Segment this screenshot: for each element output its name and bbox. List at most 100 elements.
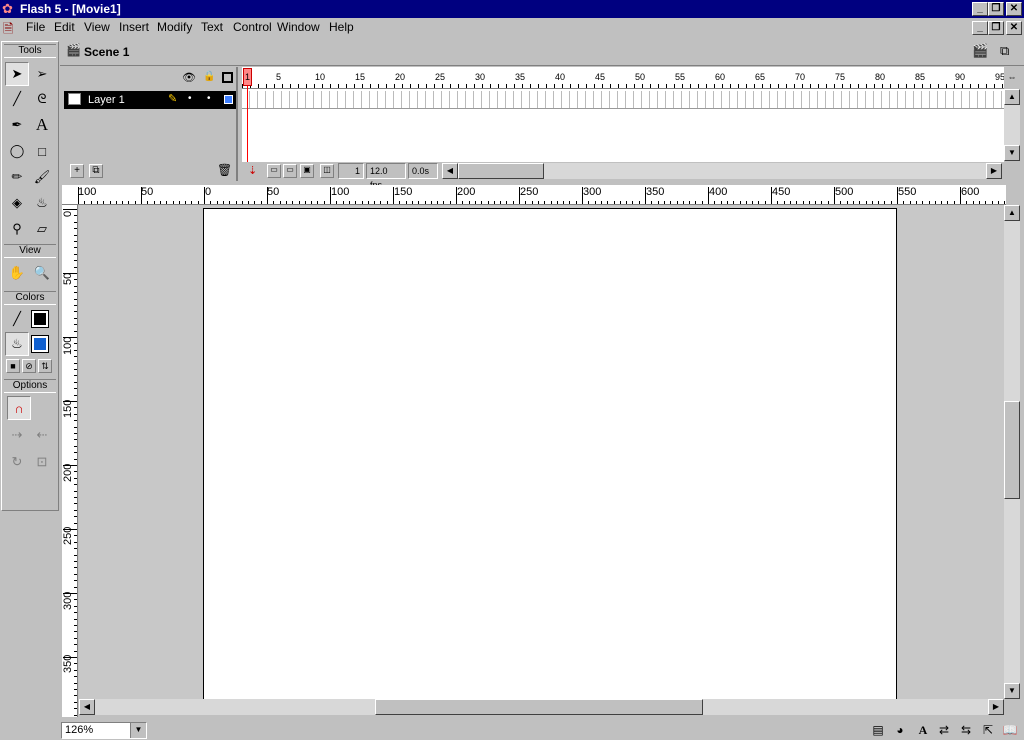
- edit-multiple-frames-icon[interactable]: ▣: [300, 164, 314, 178]
- straighten-icon[interactable]: ⇠: [30, 423, 54, 447]
- minimize-button[interactable]: _: [972, 2, 988, 16]
- timeline-scroll-left-icon[interactable]: ◀: [442, 163, 458, 179]
- timeline-vscroll[interactable]: ▲ ▼: [1004, 89, 1020, 161]
- layer-frame-cells[interactable]: [242, 91, 1004, 109]
- show-hide-all-icon[interactable]: 👁: [182, 71, 196, 84]
- snap-magnet-icon[interactable]: ∩: [7, 396, 31, 420]
- insert-layer-icon[interactable]: +: [70, 164, 84, 178]
- rectangle-tool-icon[interactable]: □: [30, 139, 54, 163]
- smooth-icon[interactable]: ⇢: [5, 423, 29, 447]
- doc-restore-button[interactable]: ❐: [988, 21, 1004, 35]
- movie-explorer-icon[interactable]: ⇱: [980, 722, 996, 738]
- v-ruler-tick: [74, 413, 77, 415]
- timeline-hscroll-thumb[interactable]: [458, 163, 544, 179]
- stage-scroll-down-icon[interactable]: ▼: [1004, 683, 1020, 699]
- stage-scroll-right-icon[interactable]: ▶: [988, 699, 1004, 715]
- menu-edit[interactable]: Edit: [54, 20, 75, 34]
- layer-visible-dot[interactable]: •: [188, 93, 192, 104]
- stage-scroll-left-icon[interactable]: ◀: [79, 699, 95, 715]
- modify-onion-markers-icon[interactable]: ◫: [320, 164, 334, 178]
- rotate-icon[interactable]: ↻: [5, 450, 29, 474]
- edit-scene-icon[interactable]: 🎬: [972, 43, 988, 59]
- scene-clapper-icon: 🎬: [66, 43, 81, 57]
- menu-window[interactable]: Window: [277, 20, 320, 34]
- scale-icon[interactable]: ⊡: [30, 450, 54, 474]
- menu-modify[interactable]: Modify: [157, 20, 192, 34]
- pen-tool-icon[interactable]: ✒: [5, 113, 29, 137]
- oval-tool-icon[interactable]: ◯: [5, 139, 29, 163]
- stage-scroll-up-icon[interactable]: ▲: [1004, 205, 1020, 221]
- pencil-tool-icon[interactable]: ✏: [5, 165, 29, 189]
- trash-icon[interactable]: 🗑: [217, 163, 232, 177]
- subselect-tool-icon[interactable]: ➢: [30, 62, 54, 86]
- doc-close-button[interactable]: ✕: [1006, 21, 1022, 35]
- line-tool-icon[interactable]: ╱: [5, 87, 29, 111]
- character-panel-icon[interactable]: A: [915, 722, 931, 738]
- menu-control[interactable]: Control: [233, 20, 272, 34]
- text-tool-icon[interactable]: A: [30, 113, 54, 137]
- onion-skin-icon[interactable]: ▭: [267, 164, 281, 178]
- zoom-tool-icon[interactable]: 🔍: [30, 261, 54, 285]
- stage-hscroll-thumb[interactable]: [375, 699, 703, 715]
- frame-tick: [274, 84, 275, 88]
- menu-insert[interactable]: Insert: [119, 20, 149, 34]
- info-panel-icon[interactable]: ▤: [870, 722, 886, 738]
- mixer-panel-icon[interactable]: ◕: [892, 722, 908, 738]
- menu-help[interactable]: Help: [329, 20, 354, 34]
- arrow-tool-icon[interactable]: ➤: [5, 62, 29, 86]
- timeline-scroll-up-icon[interactable]: ▲: [1004, 89, 1020, 105]
- dropper-tool-icon[interactable]: ⚲: [5, 217, 29, 241]
- outline-all-icon[interactable]: [222, 72, 233, 83]
- frame-area[interactable]: 1 5 10 15 20 25 30 35 40 45 50 55 60 65 …: [242, 67, 1004, 163]
- stage-vscroll[interactable]: ▲ ▼: [1004, 205, 1020, 699]
- actions-panel-icon[interactable]: ⇆: [958, 722, 974, 738]
- menu-file[interactable]: File: [26, 20, 45, 34]
- v-ruler-tick: [74, 420, 77, 422]
- frame-tick: [978, 84, 979, 88]
- v-ruler-label: 200: [62, 463, 74, 482]
- close-button[interactable]: ✕: [1006, 2, 1022, 16]
- library-panel-icon[interactable]: 📖: [1002, 722, 1018, 738]
- fill-color-swatch[interactable]: [31, 335, 49, 353]
- stage[interactable]: [203, 208, 897, 699]
- v-ruler-tick: [74, 561, 77, 562]
- lasso-tool-icon[interactable]: ᘓ: [30, 87, 54, 111]
- timeline-view-menu-icon[interactable]: ⇔: [1004, 67, 1020, 89]
- add-guide-layer-icon[interactable]: ⧉: [89, 164, 103, 178]
- no-color-button[interactable]: ⊘: [22, 359, 36, 373]
- ink-bottle-tool-icon[interactable]: ◈: [5, 191, 29, 215]
- swap-colors-button[interactable]: ⇅: [38, 359, 52, 373]
- frame-tick: [762, 84, 763, 88]
- frame-tick: [466, 84, 467, 88]
- instance-panel-icon[interactable]: ⇄: [936, 722, 952, 738]
- zoom-dropdown-icon[interactable]: ▼: [130, 723, 146, 738]
- stroke-color-swatch[interactable]: [31, 310, 49, 328]
- paint-bucket-tool-icon[interactable]: ♨: [30, 191, 54, 215]
- frame-tick: [354, 84, 355, 88]
- default-colors-button[interactable]: ■: [6, 359, 20, 373]
- work-area[interactable]: [79, 205, 1004, 699]
- stage-hscroll[interactable]: ◀ ▶: [79, 699, 1004, 715]
- menu-text[interactable]: Text: [201, 20, 223, 34]
- menu-view[interactable]: View: [84, 20, 110, 34]
- layer-row[interactable]: Layer 1 ✎ • •: [64, 91, 236, 109]
- layer-outline-color[interactable]: [224, 95, 233, 104]
- hand-tool-icon[interactable]: ✋: [5, 261, 29, 285]
- edit-symbols-icon[interactable]: ⧉: [1000, 43, 1009, 59]
- brush-tool-icon[interactable]: 🖌: [30, 165, 54, 189]
- zoom-select[interactable]: 126% ▼: [61, 722, 147, 739]
- doc-minimize-button[interactable]: _: [972, 21, 988, 35]
- timeline-hscroll[interactable]: ◀ ▶: [442, 163, 1002, 179]
- timeline-scroll-down-icon[interactable]: ▼: [1004, 145, 1020, 161]
- lock-all-icon[interactable]: 🔒: [203, 71, 215, 82]
- stage-vscroll-thumb[interactable]: [1004, 401, 1020, 499]
- timeline-scroll-right-icon[interactable]: ▶: [986, 163, 1002, 179]
- bottom-bar: 126% ▼ ▤ ◕ A ⇄ ⇆ ⇱ 📖: [60, 720, 1024, 740]
- onion-outline-icon[interactable]: ▭: [283, 164, 297, 178]
- layer-lock-dot[interactable]: •: [207, 93, 211, 104]
- frame-tick: [802, 84, 803, 88]
- restore-button[interactable]: ❐: [988, 2, 1004, 16]
- frame-tick: [946, 84, 947, 88]
- center-frame-icon[interactable]: ⇣: [248, 164, 257, 177]
- eraser-tool-icon[interactable]: ▱: [30, 217, 54, 241]
